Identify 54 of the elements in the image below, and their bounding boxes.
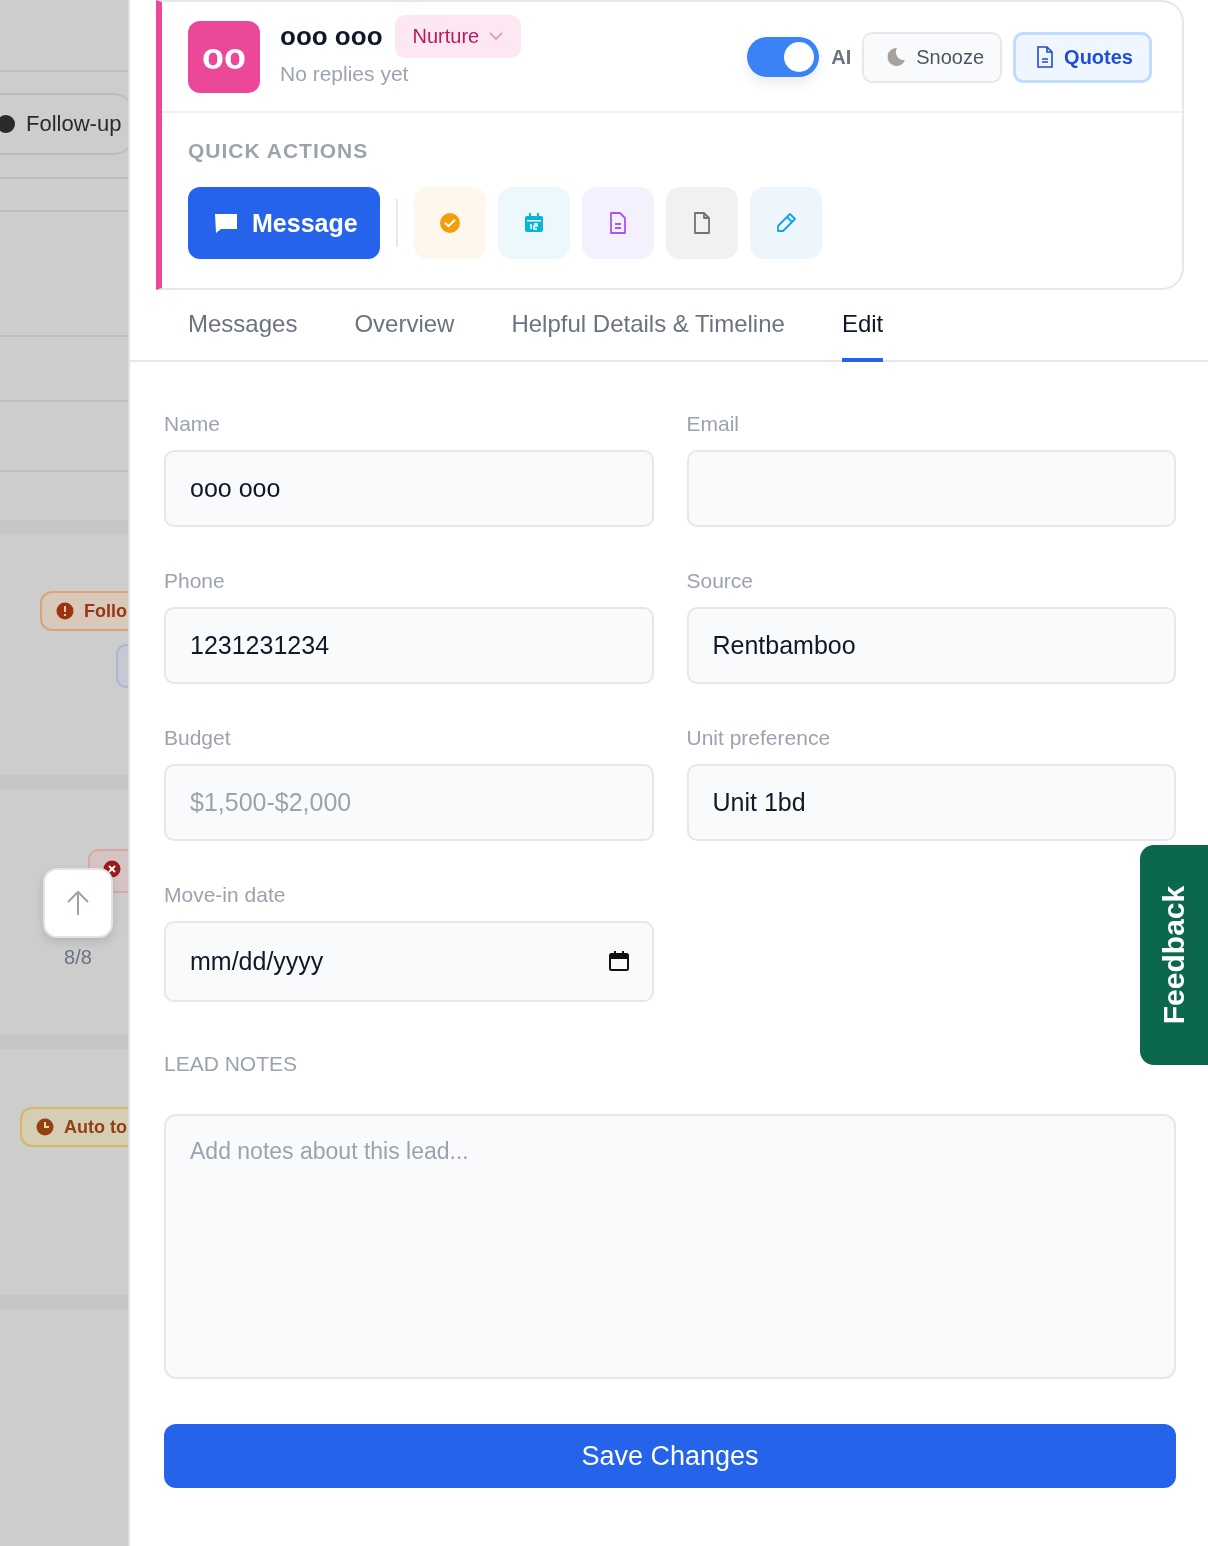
section-title: LEAD NOTES — [164, 1052, 299, 1076]
chip-label: Follo — [84, 600, 127, 622]
field-label: Phone — [164, 569, 226, 593]
tab[interactable]: Messages — [188, 296, 298, 362]
message-button[interactable]: Message — [188, 187, 380, 259]
calendar-icon — [523, 212, 545, 234]
input-field[interactable] — [686, 450, 1176, 527]
input-field[interactable]: Unit 1bd — [686, 764, 1176, 841]
field-label: Move-in date — [164, 883, 287, 907]
arrow-up-icon — [65, 889, 91, 917]
input-field[interactable]: 1231231234 — [164, 607, 654, 684]
field-label: Name — [164, 412, 222, 436]
lead-name: ooo ooo — [280, 20, 383, 52]
chat-icon — [214, 212, 238, 234]
tab[interactable]: Overview — [354, 296, 455, 362]
clock-icon — [36, 1118, 54, 1136]
pencil-icon — [774, 211, 798, 235]
chip-label: Follow-up — [26, 111, 122, 137]
chip-label: Auto to — [64, 1116, 127, 1138]
ai-label: AI — [831, 45, 852, 69]
save-button[interactable]: Save Changes — [164, 1424, 1176, 1488]
avatar: oo — [188, 21, 260, 93]
page-counter: 8/8 — [63, 946, 93, 969]
input-field[interactable]: $1,500-$2,000 — [164, 764, 654, 841]
feedback-button[interactable]: Feedback — [1140, 845, 1208, 1065]
ai-toggle[interactable] — [747, 37, 820, 77]
action-button[interactable] — [666, 187, 738, 259]
field-label: Source — [686, 569, 755, 593]
input-field[interactable]: Rentbamboo — [686, 607, 1176, 684]
action-button[interactable] — [750, 187, 822, 259]
tab[interactable]: Helpful Details & Timeline — [511, 296, 785, 362]
field-label: Email — [686, 412, 740, 436]
action-button[interactable] — [414, 187, 486, 259]
scroll-up-button[interactable] — [43, 868, 113, 938]
section-title: QUICK ACTIONS — [188, 139, 370, 163]
notes-field[interactable]: Add notes about this lead... — [164, 1114, 1176, 1379]
alert-icon — [56, 602, 74, 620]
action-button[interactable] — [582, 187, 654, 259]
action-button[interactable] — [498, 187, 570, 259]
file-icon — [691, 211, 713, 235]
document-icon — [1036, 46, 1055, 68]
field-label: Budget — [164, 726, 232, 750]
quotes-button[interactable]: Quotes — [1013, 31, 1152, 83]
field-label: Unit preference — [686, 726, 832, 750]
snooze-button[interactable]: Snooze — [862, 31, 1003, 83]
document-icon — [607, 211, 629, 235]
lead-status: No replies yet — [280, 61, 410, 86]
chevron-down-icon — [489, 32, 504, 40]
stage-dropdown[interactable]: Nurture — [394, 14, 522, 58]
check-circle-icon — [439, 212, 461, 234]
input-field[interactable]: ooo ooo — [164, 450, 654, 527]
tab[interactable]: Edit — [841, 296, 884, 362]
date-field[interactable]: mm/dd/yyyy — [164, 921, 654, 1002]
calendar-icon — [607, 950, 630, 972]
